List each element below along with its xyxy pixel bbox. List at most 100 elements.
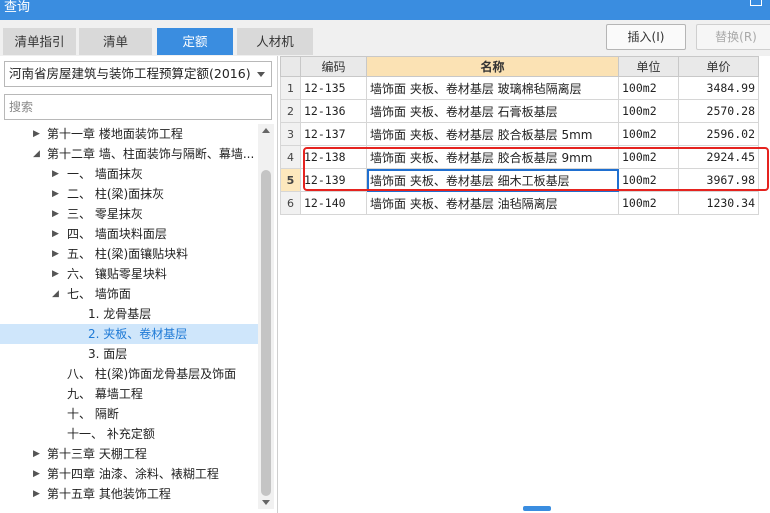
column-header-name[interactable]: 名称 bbox=[366, 56, 619, 77]
caret-right-icon[interactable]: ▶ bbox=[33, 444, 43, 464]
tree-item-label: 第十四章 油漆、涂料、裱糊工程 bbox=[47, 467, 219, 481]
cell-name[interactable]: 墙饰面 夹板、卷材基层 胶合板基层 5mm bbox=[366, 122, 619, 146]
chevron-down-icon[interactable] bbox=[257, 72, 265, 77]
quota-tree-panel: 河南省房屋建筑与装饰工程预算定额(2016) ▶ 第十一章 楼地面装饰工程 ◢ 第十二… bbox=[0, 56, 278, 513]
search-input[interactable] bbox=[4, 94, 272, 120]
cell-unit[interactable]: 100m2 bbox=[618, 191, 679, 215]
scroll-up-icon[interactable] bbox=[262, 128, 270, 133]
quota-grid-panel: 编码 名称 单位 单价 1 12-135 墙饰面 夹板、卷材基层 玻璃棉毡隔离层 10… bbox=[280, 56, 770, 513]
tab-quota[interactable]: 定额 bbox=[157, 28, 233, 55]
cell-code[interactable]: 12-136 bbox=[300, 99, 367, 123]
cell-unit[interactable]: 100m2 bbox=[618, 99, 679, 123]
cell-code[interactable]: 12-135 bbox=[300, 76, 367, 100]
column-header-unit[interactable]: 单位 bbox=[618, 56, 679, 77]
chapter-tree: ▶ 第十一章 楼地面装饰工程 ◢ 第十二章 墙、柱面装饰与隔断、幕墙... ▶ 一、 墙面… bbox=[0, 124, 258, 509]
cell-name[interactable]: 墙饰面 夹板、卷材基层 玻璃棉毡隔离层 bbox=[366, 76, 619, 100]
table-row[interactable]: 3 12-137 墙饰面 夹板、卷材基层 胶合板基层 5mm 100m2 2596.02 bbox=[280, 122, 759, 146]
window-title: 查询 bbox=[4, 0, 31, 15]
table-row[interactable]: 1 12-135 墙饰面 夹板、卷材基层 玻璃棉毡隔离层 100m2 3484.99 bbox=[280, 76, 759, 100]
tree-item[interactable]: ▶ 四、 墙面块料面层 bbox=[0, 224, 258, 244]
caret-down-icon[interactable]: ◢ bbox=[52, 284, 62, 304]
row-number[interactable]: 2 bbox=[280, 99, 301, 123]
tree-item[interactable]: ▶ 第十三章 天棚工程 bbox=[0, 444, 258, 464]
tree-item-label: 二、 柱(梁)面抹灰 bbox=[67, 187, 165, 201]
column-header-price[interactable]: 单价 bbox=[678, 56, 759, 77]
tree-item-label: 第十一章 楼地面装饰工程 bbox=[47, 127, 183, 141]
cell-name[interactable]: 墙饰面 夹板、卷材基层 胶合板基层 9mm bbox=[366, 145, 619, 169]
cell-name[interactable]: 墙饰面 夹板、卷材基层 细木工板基层 bbox=[366, 168, 619, 192]
cell-name[interactable]: 墙饰面 夹板、卷材基层 石膏板基层 bbox=[366, 99, 619, 123]
row-number[interactable]: 3 bbox=[280, 122, 301, 146]
table-row[interactable]: 5 12-139 墙饰面 夹板、卷材基层 细木工板基层 100m2 3967.98 bbox=[280, 168, 759, 192]
caret-right-icon[interactable]: ▶ bbox=[52, 164, 62, 184]
tree-item[interactable]: ▶ 第十五章 其他装饰工程 bbox=[0, 484, 258, 504]
cell-unit[interactable]: 100m2 bbox=[618, 122, 679, 146]
table-row[interactable]: 2 12-136 墙饰面 夹板、卷材基层 石膏板基层 100m2 2570.28 bbox=[280, 99, 759, 123]
scrollbar-thumb[interactable] bbox=[261, 170, 271, 496]
tree-item[interactable]: 八、 柱(梁)饰面龙骨基层及饰面 bbox=[0, 364, 258, 384]
tab-labor-material-machine[interactable]: 人材机 bbox=[237, 28, 313, 55]
tree-item[interactable]: ▶ 第十四章 油漆、涂料、裱糊工程 bbox=[0, 464, 258, 484]
tree-item[interactable]: ▶ 五、 柱(梁)面镶贴块料 bbox=[0, 244, 258, 264]
row-number[interactable]: 4 bbox=[280, 145, 301, 169]
cell-unit[interactable]: 100m2 bbox=[618, 168, 679, 192]
cell-price[interactable]: 2570.28 bbox=[678, 99, 759, 123]
cell-price[interactable]: 3967.98 bbox=[678, 168, 759, 192]
tab-list[interactable]: 清单 bbox=[79, 28, 152, 55]
tree-item[interactable]: ▶ 第十一章 楼地面装饰工程 bbox=[0, 124, 258, 144]
cell-code[interactable]: 12-137 bbox=[300, 122, 367, 146]
table-row[interactable]: 6 12-140 墙饰面 夹板、卷材基层 油毡隔离层 100m2 1230.34 bbox=[280, 191, 759, 215]
tree-item[interactable]: ▶ 二、 柱(梁)面抹灰 bbox=[0, 184, 258, 204]
caret-down-icon[interactable]: ◢ bbox=[33, 144, 43, 164]
caret-right-icon[interactable]: ▶ bbox=[33, 464, 43, 484]
quota-book-value: 河南省房屋建筑与装饰工程预算定额(2016) bbox=[9, 66, 251, 81]
cell-price[interactable]: 3484.99 bbox=[678, 76, 759, 100]
caret-right-icon[interactable]: ▶ bbox=[33, 484, 43, 504]
tree-item[interactable]: 十、 隔断 bbox=[0, 404, 258, 424]
tree-item[interactable]: ◢ 第十二章 墙、柱面装饰与隔断、幕墙... bbox=[0, 144, 258, 164]
caret-right-icon[interactable]: ▶ bbox=[52, 244, 62, 264]
quota-book-select[interactable]: 河南省房屋建筑与装饰工程预算定额(2016) bbox=[4, 61, 272, 87]
tree-item[interactable]: ◢ 七、 墙饰面 bbox=[0, 284, 258, 304]
cell-code[interactable]: 12-139 bbox=[300, 168, 367, 192]
cell-unit[interactable]: 100m2 bbox=[618, 76, 679, 100]
cell-price[interactable]: 2596.02 bbox=[678, 122, 759, 146]
row-number[interactable]: 5 bbox=[280, 168, 301, 192]
insert-button[interactable]: 插入(I) bbox=[606, 24, 686, 50]
tree-item[interactable]: 2. 夹板、卷材基层 bbox=[0, 324, 258, 344]
cell-code[interactable]: 12-138 bbox=[300, 145, 367, 169]
row-number[interactable]: 1 bbox=[280, 76, 301, 100]
tree-item[interactable]: ▶ 三、 零星抹灰 bbox=[0, 204, 258, 224]
caret-right-icon[interactable]: ▶ bbox=[52, 264, 62, 284]
tree-item-label: 十、 隔断 bbox=[67, 407, 119, 421]
tree-item[interactable]: 九、 幕墙工程 bbox=[0, 384, 258, 404]
caret-right-icon[interactable]: ▶ bbox=[52, 184, 62, 204]
restore-window-icon[interactable] bbox=[750, 0, 762, 6]
tree-item-label: 四、 墙面块料面层 bbox=[67, 227, 167, 241]
tree-item[interactable]: ▶ 一、 墙面抹灰 bbox=[0, 164, 258, 184]
caret-right-icon[interactable]: ▶ bbox=[33, 124, 43, 144]
tab-list-guide[interactable]: 清单指引 bbox=[3, 28, 76, 55]
tree-item-label: 1. 龙骨基层 bbox=[88, 307, 152, 321]
cell-code[interactable]: 12-140 bbox=[300, 191, 367, 215]
cell-price[interactable]: 1230.34 bbox=[678, 191, 759, 215]
cell-unit[interactable]: 100m2 bbox=[618, 145, 679, 169]
caret-right-icon[interactable]: ▶ bbox=[52, 204, 62, 224]
caret-right-icon[interactable]: ▶ bbox=[52, 224, 62, 244]
tree-item[interactable]: ▶ 六、 镶贴零星块料 bbox=[0, 264, 258, 284]
table-row[interactable]: 4 12-138 墙饰面 夹板、卷材基层 胶合板基层 9mm 100m2 2924.45 bbox=[280, 145, 759, 169]
cell-price[interactable]: 2924.45 bbox=[678, 145, 759, 169]
tree-item[interactable]: 1. 龙骨基层 bbox=[0, 304, 258, 324]
tree-item-label: 一、 墙面抹灰 bbox=[67, 167, 143, 181]
replace-button[interactable]: 替换(R) bbox=[696, 24, 770, 50]
row-number[interactable]: 6 bbox=[280, 191, 301, 215]
scroll-down-icon[interactable] bbox=[262, 500, 270, 505]
tree-item[interactable]: 3. 面层 bbox=[0, 344, 258, 364]
panel-splitter-handle[interactable] bbox=[523, 506, 551, 511]
column-header-code[interactable]: 编码 bbox=[300, 56, 367, 77]
tree-scrollbar[interactable] bbox=[258, 124, 274, 509]
tree-item-label: 2. 夹板、卷材基层 bbox=[88, 327, 188, 341]
cell-name[interactable]: 墙饰面 夹板、卷材基层 油毡隔离层 bbox=[366, 191, 619, 215]
tree-item[interactable]: 十一、 补充定额 bbox=[0, 424, 258, 444]
tree-item-label: 六、 镶贴零星块料 bbox=[67, 267, 167, 281]
